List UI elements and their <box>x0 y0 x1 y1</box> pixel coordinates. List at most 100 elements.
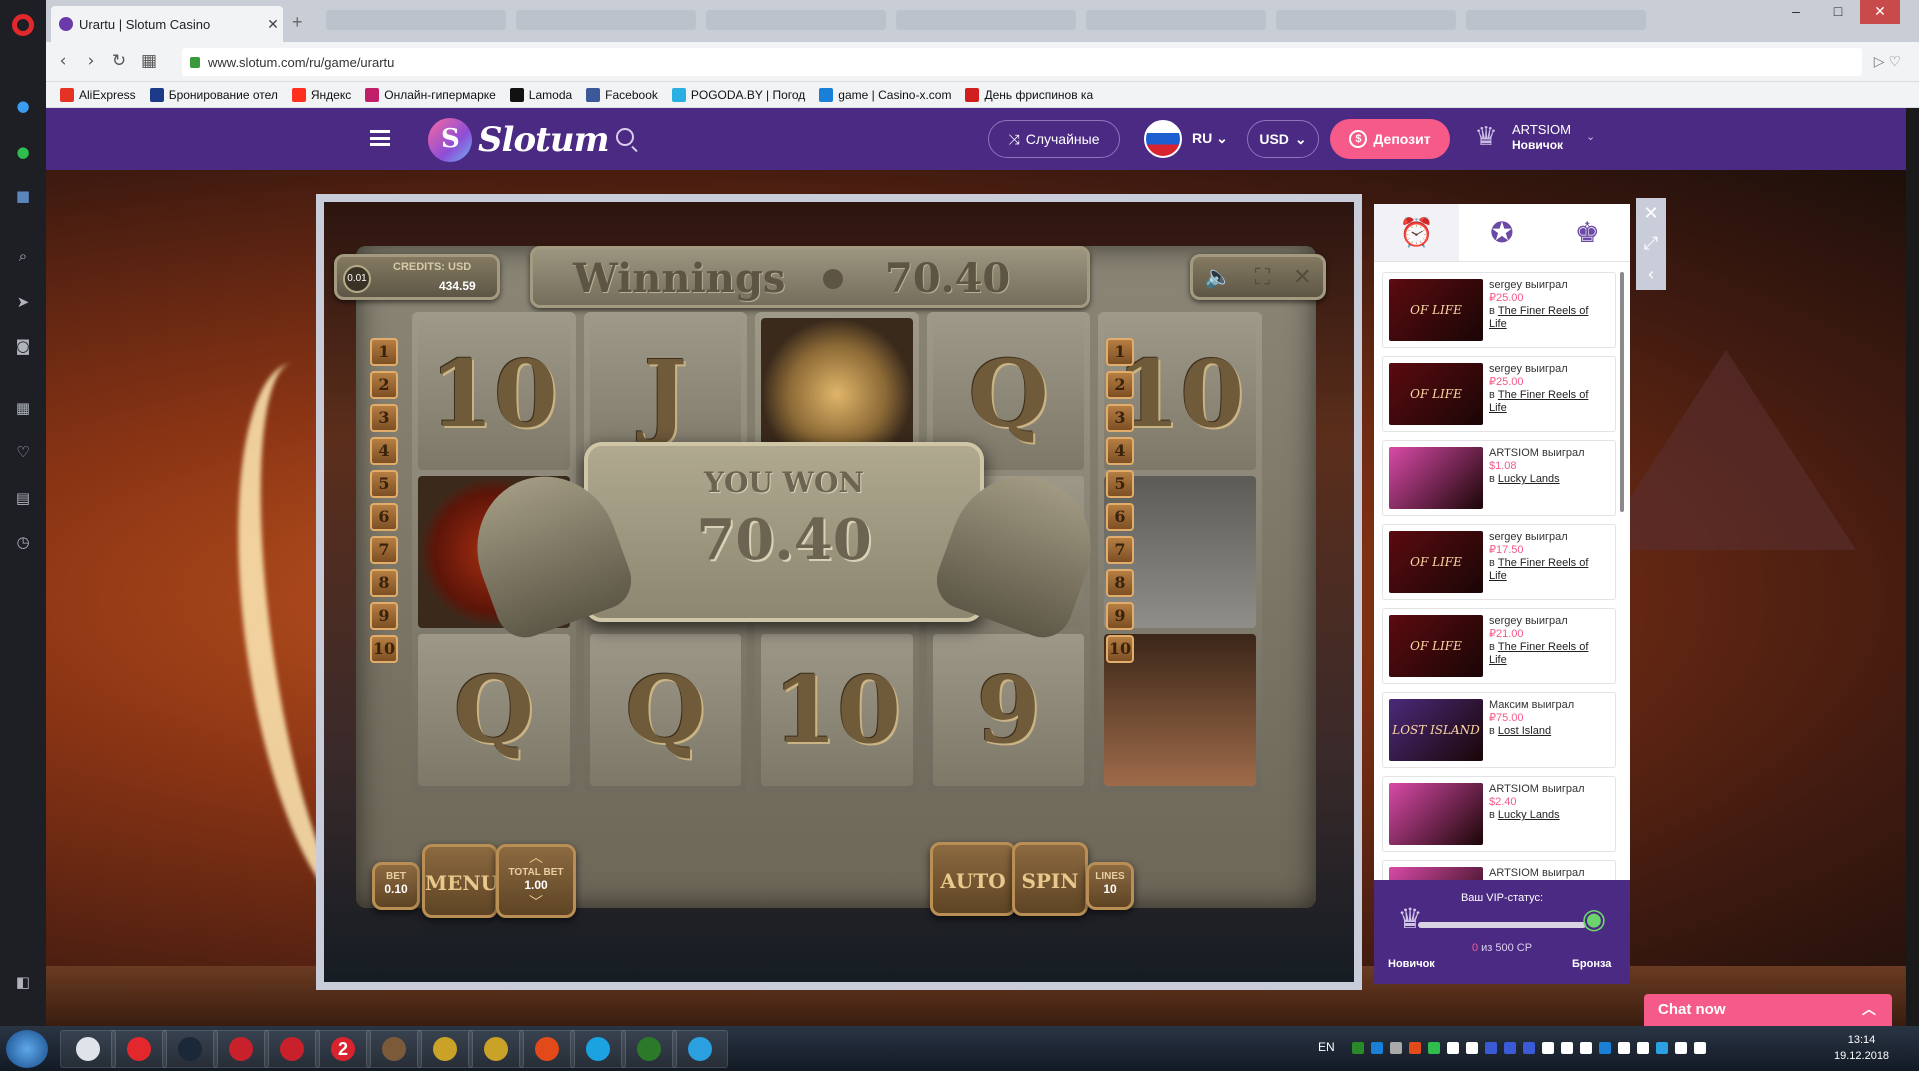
game-link[interactable]: The Finer Reels of Life <box>1489 641 1588 666</box>
tray-icon[interactable] <box>1485 1042 1497 1054</box>
russia-flag-icon[interactable] <box>1144 120 1182 158</box>
vk-icon[interactable]: ■ <box>13 186 33 206</box>
chevron-down-icon[interactable]: ⌄ <box>1586 130 1595 143</box>
deposit-button[interactable]: $ Депозит <box>1330 119 1450 159</box>
bookmark-item[interactable]: game | Casino-x.com <box>819 87 951 102</box>
background-tab[interactable] <box>326 10 506 30</box>
app-icon[interactable] <box>519 1030 575 1068</box>
minimize-icon[interactable]: – <box>1776 0 1816 24</box>
fullscreen-icon[interactable]: ⛶ <box>1255 265 1270 290</box>
win-item[interactable]: OF LIFE sergey выиграл ₽17.50 в The Finer R… <box>1382 524 1616 600</box>
win-item[interactable]: OF LIFE sergey выиграл ₽25.00 в The Finer R… <box>1382 272 1616 348</box>
game-thumbnail[interactable]: LOST ISLAND <box>1389 699 1483 761</box>
app-icon[interactable] <box>366 1030 422 1068</box>
window-close-icon[interactable]: ✕ <box>1860 0 1900 24</box>
search-icon[interactable] <box>616 128 634 146</box>
tray-icon[interactable] <box>1656 1042 1668 1054</box>
close-icon[interactable]: ✕ <box>263 16 283 33</box>
game-link[interactable]: Lucky Lands <box>1498 473 1560 485</box>
app-icon[interactable] <box>468 1030 524 1068</box>
whatsapp-icon[interactable]: ● <box>13 142 33 162</box>
app-icon[interactable] <box>417 1030 473 1068</box>
tab-urartu[interactable]: Urartu | Slotum Casino ✕ <box>51 6 283 42</box>
bet-panel[interactable]: BET 0.10 <box>372 862 420 910</box>
send-icon[interactable]: ➤ <box>13 292 33 312</box>
history-icon[interactable]: ◷ <box>13 532 33 552</box>
bookmark-item[interactable]: POGODA.BY | Погод <box>671 87 805 102</box>
bookmark-item[interactable]: Facebook <box>586 87 658 102</box>
telegram-icon[interactable] <box>672 1030 728 1068</box>
bookmark-item[interactable]: Lamoda <box>509 87 572 102</box>
win-item[interactable]: OF LIFE sergey выиграл ₽25.00 в The Finer R… <box>1382 356 1616 432</box>
background-tab[interactable] <box>896 10 1076 30</box>
background-tab[interactable] <box>1466 10 1646 30</box>
win-item[interactable]: ARTSIOM выиграл $2.40 в Lucky Lands <box>1382 776 1616 852</box>
close-game-icon[interactable]: ✕ <box>1293 265 1311 290</box>
game-thumbnail[interactable] <box>1389 447 1483 509</box>
game-thumbnail[interactable]: OF LIFE <box>1389 531 1483 593</box>
game-thumbnail[interactable]: OF LIFE <box>1389 279 1483 341</box>
expand-icon[interactable]: ⤢ <box>1644 233 1658 254</box>
pokerstars-icon[interactable] <box>213 1030 269 1068</box>
url-field[interactable]: www.slotum.com/ru/game/urartu <box>182 48 1862 76</box>
tray-icon[interactable] <box>1466 1042 1478 1054</box>
menu-icon[interactable] <box>370 130 390 146</box>
tray-icon[interactable] <box>1523 1042 1535 1054</box>
tray-icon[interactable] <box>1428 1042 1440 1054</box>
tray-icon[interactable] <box>1504 1042 1516 1054</box>
close-icon[interactable]: ✕ <box>1643 203 1658 224</box>
recent-wins-clock-icon[interactable]: ⏰ <box>1374 204 1460 261</box>
lines-panel[interactable]: LINES 10 <box>1086 862 1134 910</box>
tray-icon[interactable] <box>1618 1042 1630 1054</box>
game-thumbnail[interactable]: OF LIFE <box>1389 363 1483 425</box>
pokerstars-icon[interactable] <box>264 1030 320 1068</box>
slotum-logo-icon[interactable] <box>428 118 472 162</box>
camera-icon[interactable]: ◙ <box>13 336 33 356</box>
tray-icon[interactable] <box>1561 1042 1573 1054</box>
win-item[interactable]: ARTSIOM выиграл $1.08 в Lucky Lands <box>1382 440 1616 516</box>
game-link[interactable]: The Finer Reels of Life <box>1489 305 1588 330</box>
auto-button[interactable]: AUTO <box>930 842 1016 916</box>
bookmark-item[interactable]: День фриспинов ка <box>965 87 1093 102</box>
app-icon[interactable] <box>621 1030 677 1068</box>
speed-dial-icon[interactable]: ▦ <box>138 51 160 71</box>
background-tab[interactable] <box>1276 10 1456 30</box>
sidebar-toggle-icon[interactable]: ◧ <box>13 972 33 992</box>
heart-icon[interactable]: ♡ <box>13 442 33 462</box>
back-icon[interactable]: ‹ <box>52 51 74 71</box>
chat-now-button[interactable]: Chat now ︿ <box>1644 994 1892 1026</box>
tray-icon[interactable] <box>1409 1042 1421 1054</box>
vip-badge-icon[interactable]: ♛ <box>1468 122 1504 156</box>
bookmark-item[interactable]: AliExpress <box>60 87 136 102</box>
input-language[interactable]: EN <box>1318 1040 1335 1054</box>
menu-button[interactable]: MENU <box>422 844 498 918</box>
search-icon[interactable]: ⌕ <box>13 246 33 266</box>
tray-icon[interactable] <box>1637 1042 1649 1054</box>
spin-button[interactable]: SPIN <box>1012 842 1088 916</box>
tray-icon[interactable] <box>1447 1042 1459 1054</box>
bookmark-item[interactable]: Бронирование отел <box>149 87 278 102</box>
tray-icon[interactable] <box>1599 1042 1611 1054</box>
tray-icon[interactable] <box>1371 1042 1383 1054</box>
bookmark-item[interactable]: Онлайн-гипермарке <box>365 87 496 102</box>
opera-icon[interactable] <box>111 1030 167 1068</box>
game-thumbnail[interactable] <box>1389 783 1483 845</box>
win-item[interactable]: LOST ISLAND Максим выиграл ₽75.00 в Lost Is… <box>1382 692 1616 768</box>
chevron-down-icon[interactable]: ﹀ <box>499 892 573 912</box>
game-link[interactable]: The Finer Reels of Life <box>1489 557 1588 582</box>
bookmark-item[interactable]: Яндекс <box>291 87 351 102</box>
tray-icon[interactable] <box>1675 1042 1687 1054</box>
forward-icon[interactable]: › <box>80 51 102 71</box>
tray-icon[interactable] <box>1352 1042 1364 1054</box>
background-tab[interactable] <box>516 10 696 30</box>
game-link[interactable]: Lost Island <box>1498 725 1551 737</box>
messenger-icon[interactable]: ● <box>13 96 33 116</box>
site-logo[interactable]: Slotum <box>478 120 610 160</box>
steam-icon[interactable] <box>162 1030 218 1068</box>
clock[interactable]: 13:14 19.12.2018 <box>1834 1032 1889 1064</box>
chevron-left-icon[interactable]: ‹ <box>1647 264 1654 285</box>
user-name[interactable]: ARTSIOM <box>1512 122 1571 137</box>
tray-icon[interactable] <box>1694 1042 1706 1054</box>
tray-icon[interactable] <box>1542 1042 1554 1054</box>
maximize-icon[interactable]: □ <box>1818 0 1858 24</box>
